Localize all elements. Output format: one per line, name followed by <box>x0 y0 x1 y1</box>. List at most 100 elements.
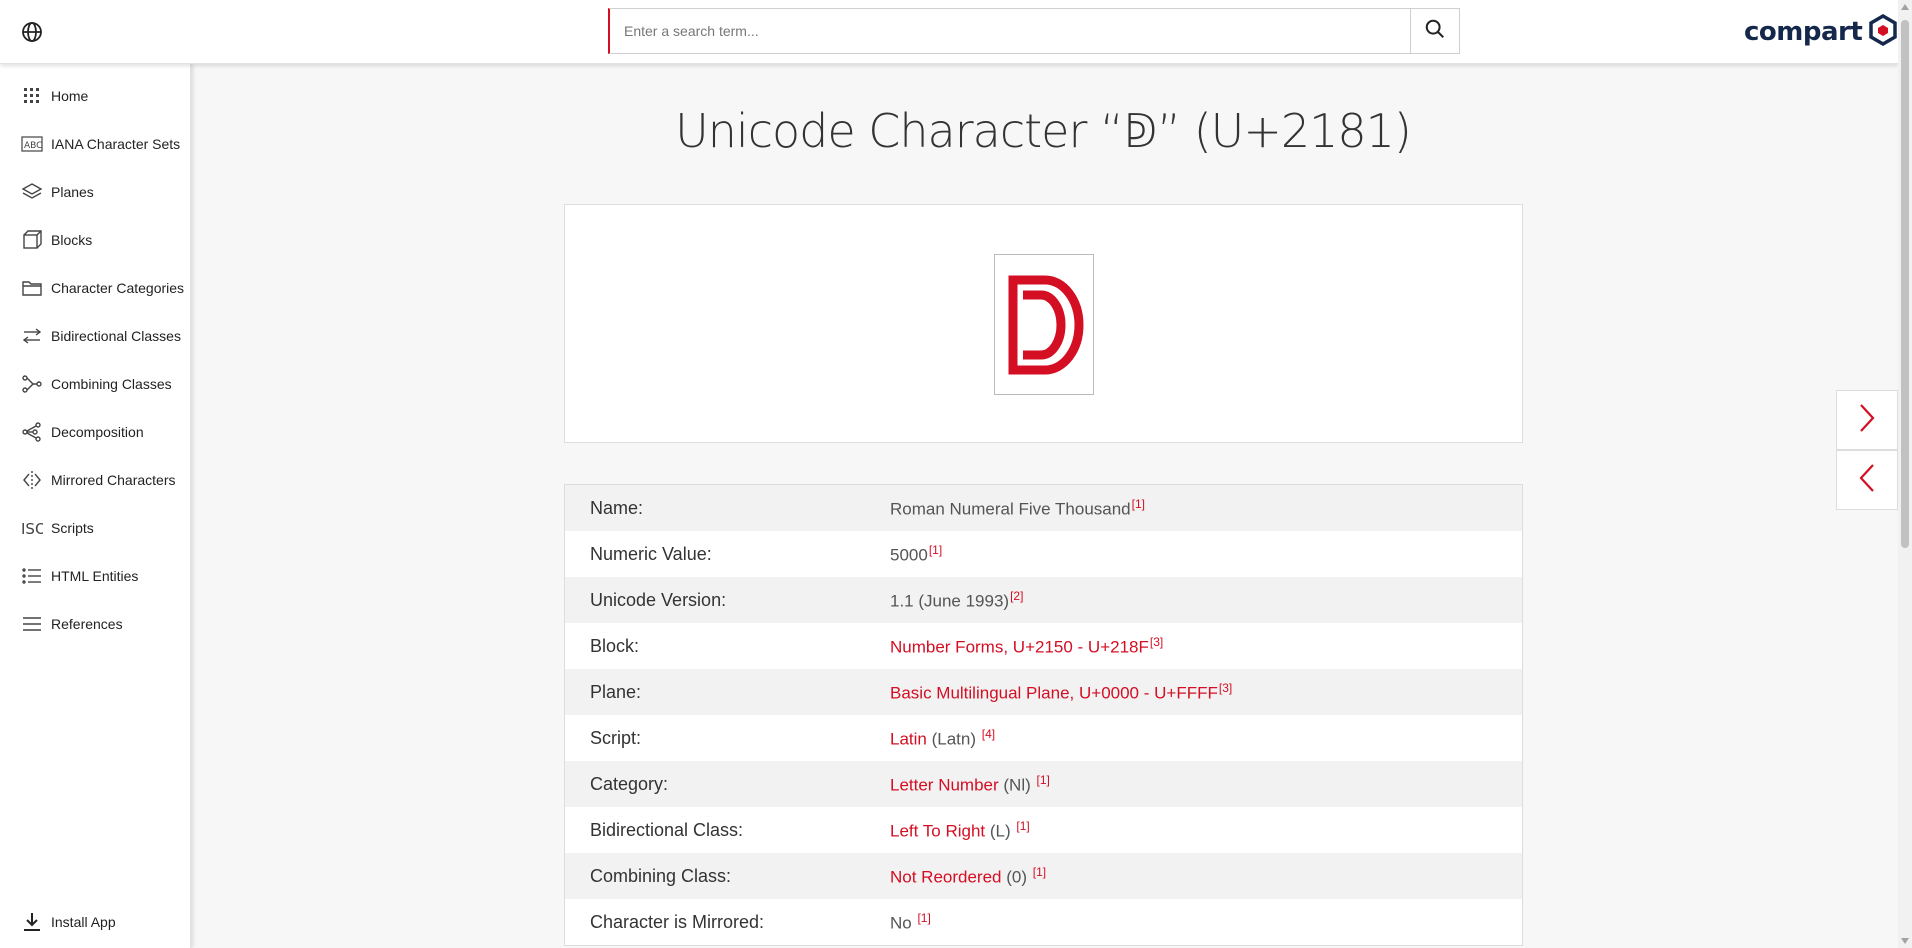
reference-link[interactable]: [1] <box>1037 773 1050 787</box>
property-text: No <box>890 913 917 933</box>
reference-link[interactable]: [1] <box>917 911 930 925</box>
search-button[interactable] <box>1410 9 1459 53</box>
property-label: Numeric Value: <box>590 543 712 564</box>
reference-link[interactable]: [3] <box>1150 635 1163 649</box>
search-box <box>608 8 1460 54</box>
property-text: (0) <box>1001 867 1032 887</box>
glyph-card <box>564 204 1523 443</box>
sidebar-item-label: Scripts <box>51 520 94 536</box>
sidebar-item-home[interactable]: Home <box>0 76 190 116</box>
property-row: Name: Roman Numeral Five Thousand[1] <box>565 485 1522 531</box>
property-label: Name: <box>590 497 644 518</box>
property-label: Block: <box>590 635 640 656</box>
page-title: Unicode Character “ↁ” (U+2181) <box>675 104 1412 158</box>
sidebar: Home ABC IANA Character Sets Planes Bloc… <box>0 64 191 948</box>
search-input[interactable] <box>610 9 1414 53</box>
reference-link[interactable]: [2] <box>1010 589 1023 603</box>
property-link[interactable]: Letter Number <box>890 775 999 794</box>
reference-link[interactable]: [1] <box>1033 865 1046 879</box>
property-value: Basic Multilingual Plane, U+0000 - U+FFF… <box>890 681 1232 704</box>
sidebar-item-label: Character Categories <box>51 280 185 296</box>
property-link[interactable]: Basic Multilingual Plane, U+0000 - U+FFF… <box>890 683 1218 702</box>
property-link[interactable]: Not Reordered <box>890 867 1002 886</box>
svg-text:ABC: ABC <box>24 141 42 151</box>
property-value: Roman Numeral Five Thousand[1] <box>890 497 1145 520</box>
glyph-preview <box>994 254 1094 395</box>
sidebar-item-combining-classes[interactable]: Combining Classes <box>0 364 190 404</box>
search-icon <box>1424 18 1446 45</box>
arrows-icon <box>21 325 43 347</box>
sidebar-item-label: Home <box>51 88 89 104</box>
reference-link[interactable]: [1] <box>929 543 942 557</box>
svg-text:ISO: ISO <box>21 520 43 537</box>
chevron-left-icon <box>1859 463 1875 498</box>
install-app-button[interactable]: Install App <box>0 902 190 942</box>
sidebar-item-character-categories[interactable]: Character Categories <box>0 268 190 308</box>
reference-link[interactable]: [4] <box>982 727 995 741</box>
folder-icon <box>21 277 43 299</box>
property-row: Character is Mirrored: No [1] <box>565 899 1522 945</box>
scrollbar[interactable] <box>1898 0 1912 948</box>
property-label: Character is Mirrored: <box>590 911 765 932</box>
sidebar-item-label: References <box>51 616 123 632</box>
sidebar-item-label: Mirrored Characters <box>51 472 176 488</box>
property-link[interactable]: Latin <box>890 729 927 748</box>
sidebar-item-iana-character-sets[interactable]: ABC IANA Character Sets <box>0 124 190 164</box>
sidebar-item-decomposition[interactable]: Decomposition <box>0 412 190 452</box>
sidebar-item-label: IANA Character Sets <box>51 136 181 152</box>
property-row: Plane: Basic Multilingual Plane, U+0000 -… <box>565 669 1522 715</box>
scroll-up-arrow-icon[interactable] <box>1901 4 1909 10</box>
scroll-thumb[interactable] <box>1901 20 1909 548</box>
menu-icon <box>21 613 43 635</box>
property-row: Script: Latin (Latn) [4] <box>565 715 1522 761</box>
layers-icon <box>21 181 43 203</box>
sidebar-item-references[interactable]: References <box>0 604 190 644</box>
reference-link[interactable]: [3] <box>1219 681 1232 695</box>
sidebar-item-planes[interactable]: Planes <box>0 172 190 212</box>
compart-logo[interactable]: compart <box>1744 13 1898 51</box>
list-icon <box>21 565 43 587</box>
property-row: Category: Letter Number (Nl) [1] <box>565 761 1522 807</box>
property-text: (Nl) <box>998 775 1036 795</box>
property-text: 5000 <box>890 545 928 565</box>
sidebar-item-blocks[interactable]: Blocks <box>0 220 190 260</box>
property-link[interactable]: Left To Right <box>890 821 985 840</box>
sidebar-item-label: Bidirectional Classes <box>51 328 181 344</box>
property-row: Block: Number Forms, U+2150 - U+218F[3] <box>565 623 1522 669</box>
previous-character-button[interactable] <box>1836 450 1898 510</box>
property-value: No [1] <box>890 911 931 934</box>
property-label: Category: <box>590 773 669 794</box>
download-icon <box>21 911 43 933</box>
property-value: Not Reordered (0) [1] <box>890 865 1046 888</box>
property-text: (L) <box>985 821 1016 841</box>
sidebar-item-label: Combining Classes <box>51 376 172 392</box>
sidebar-item-mirrored-characters[interactable]: Mirrored Characters <box>0 460 190 500</box>
hexagon-logo-icon <box>1868 13 1898 51</box>
property-value: Number Forms, U+2150 - U+218F[3] <box>890 635 1163 658</box>
scroll-down-arrow-icon[interactable] <box>1901 938 1909 944</box>
logo-text: compart <box>1744 17 1863 47</box>
property-text: (Latn) <box>926 729 981 749</box>
property-row: Bidirectional Class: Left To Right (L) [1… <box>565 807 1522 853</box>
globe-icon[interactable] <box>20 20 44 44</box>
sidebar-item-html-entities[interactable]: HTML Entities <box>0 556 190 596</box>
sidebar-item-scripts[interactable]: ISO Scripts <box>0 508 190 548</box>
property-text: 1.1 (June 1993) <box>890 591 1010 611</box>
sidebar-item-label: Decomposition <box>51 424 144 440</box>
property-label: Unicode Version: <box>590 589 727 610</box>
reference-link[interactable]: [1] <box>1016 819 1029 833</box>
grid-icon <box>21 85 43 107</box>
property-link[interactable]: Number Forms, U+2150 - U+218F <box>890 637 1149 656</box>
property-label: Bidirectional Class: <box>590 819 744 840</box>
property-value: 1.1 (June 1993)[2] <box>890 589 1023 612</box>
property-row: Combining Class: Not Reordered (0) [1] <box>565 853 1522 899</box>
property-row: Unicode Version: 1.1 (June 1993)[2] <box>565 577 1522 623</box>
sidebar-item-label: Planes <box>51 184 94 200</box>
mirror-icon <box>21 469 43 491</box>
reference-link[interactable]: [1] <box>1132 497 1145 511</box>
next-character-button[interactable] <box>1836 390 1898 450</box>
properties-table: Name: Roman Numeral Five Thousand[1] Numer… <box>564 484 1523 946</box>
property-row: Numeric Value: 5000[1] <box>565 531 1522 577</box>
sidebar-item-bidirectional-classes[interactable]: Bidirectional Classes <box>0 316 190 356</box>
top-header: compart <box>0 0 1898 64</box>
